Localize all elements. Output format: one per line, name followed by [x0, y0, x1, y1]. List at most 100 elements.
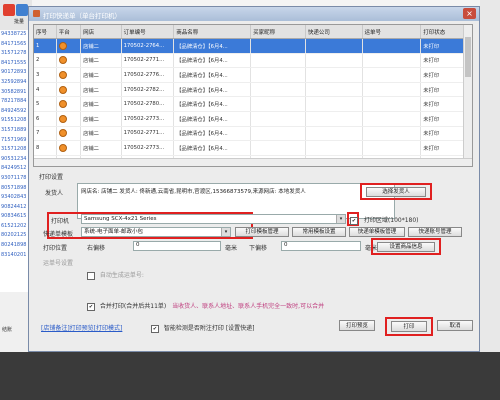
- background-order-number[interactable]: 94338725: [0, 30, 30, 40]
- background-order-number[interactable]: 31571889: [0, 126, 30, 136]
- column-header[interactable]: 平台: [56, 25, 82, 39]
- table-row[interactable]: 3 店铺二 170502-2776... 【品牌清仓】【6月4... 未打印: [34, 67, 472, 83]
- printer-value: Samsung SCX-4x21 Series: [84, 216, 157, 222]
- background-order-number[interactable]: 91551208: [0, 116, 30, 126]
- column-header[interactable]: 商品名称: [173, 25, 252, 39]
- merge-print-label: 合并打印(合并后共11单): [99, 303, 167, 310]
- cell-number: 4: [34, 82, 57, 98]
- toolbar-icon-red[interactable]: [3, 4, 15, 16]
- background-order-number[interactable]: 90834615: [0, 212, 30, 222]
- background-footer-text: 结账: [2, 327, 13, 333]
- cell-number: 5: [34, 96, 57, 112]
- background-footer: 结账: [0, 292, 30, 352]
- unit-mm-1: 毫米: [225, 245, 238, 252]
- merge-print-checkbox[interactable]: [87, 302, 95, 311]
- express-account-button[interactable]: 快递账号管理: [408, 227, 462, 237]
- down-offset-input[interactable]: 0: [281, 241, 361, 251]
- background-order-number[interactable]: 83140201: [0, 251, 30, 261]
- cell-platform: [56, 53, 82, 69]
- background-order-list: 94338725 84171565 31571278 84171555 90172893…: [0, 30, 31, 292]
- table-row[interactable]: 5 店铺二 170502-2780... 【品牌清仓】【6月4... 未打印: [34, 96, 472, 112]
- template-detail-button[interactable]: 快递单模板管理: [349, 227, 405, 237]
- common-template-button[interactable]: 常用模板设置: [292, 227, 346, 237]
- background-order-number[interactable]: 30582891: [0, 88, 30, 98]
- printer-select[interactable]: Samsung SCX-4x21 Series ▾: [81, 214, 346, 224]
- background-order-number[interactable]: 32592894: [0, 78, 30, 88]
- grid-horizontal-scrollbar[interactable]: [34, 158, 472, 166]
- background-order-number[interactable]: 71571969: [0, 136, 30, 146]
- toolbar-icon-blue[interactable]: [16, 4, 28, 16]
- table-row[interactable]: 7 店铺二 170502-2771... 【品牌清仓】【6月4... 未打印: [34, 126, 472, 142]
- dialog-titlebar[interactable]: 打印快递单（单台打印机） ×: [29, 7, 479, 21]
- column-header[interactable]: 序号: [34, 25, 57, 39]
- cell-express-company: [305, 140, 363, 156]
- cancel-button[interactable]: 取消: [437, 320, 473, 331]
- background-order-number[interactable]: 90172893: [0, 68, 30, 78]
- background-order-number[interactable]: 31571208: [0, 145, 30, 155]
- background-order-number[interactable]: 80571898: [0, 184, 30, 194]
- merge-tip: 当收货人、联系人地址、联系人手机完全一致时,可以合并: [172, 303, 325, 310]
- column-header[interactable]: 网店: [80, 25, 122, 39]
- scroll-thumb[interactable]: [465, 37, 471, 77]
- cell-product-name: 【品牌清仓】【6月4...: [173, 53, 252, 69]
- column-header[interactable]: 运单号: [362, 25, 422, 39]
- table-row[interactable]: 1 店铺二 170502-2764... 【品牌清仓】【6月4... 未打印: [34, 38, 472, 54]
- print-template-manage-button[interactable]: 打印模板管理: [235, 227, 289, 237]
- background-order-number[interactable]: 84924592: [0, 107, 30, 117]
- left-offset-input[interactable]: 0: [133, 241, 221, 251]
- background-order-number[interactable]: 93402843: [0, 193, 30, 203]
- background-order-number[interactable]: 61521202: [0, 222, 30, 232]
- background-order-number[interactable]: 84171555: [0, 59, 30, 69]
- background-order-number[interactable]: 31571278: [0, 49, 30, 59]
- background-order-number[interactable]: 84171565: [0, 40, 30, 50]
- cell-platform: [56, 82, 82, 98]
- print-area-row: 打印区域(100*180): [350, 215, 419, 225]
- print-mode-link[interactable]: [店铺备注]打印预览[打印模式]: [41, 323, 122, 332]
- background-order-number[interactable]: 80241898: [0, 241, 30, 251]
- auto-generate-checkbox[interactable]: [87, 271, 95, 280]
- template-value: 系统-电子面单-邮政小包: [84, 229, 143, 235]
- background-order-number[interactable]: 84249512: [0, 164, 30, 174]
- background-order-number[interactable]: 78217884: [0, 97, 30, 107]
- printer-label: 打印机: [51, 218, 70, 225]
- background-order-number[interactable]: 90531234: [0, 155, 30, 165]
- column-header[interactable]: 买家昵称: [250, 25, 306, 39]
- set-goods-highlight: 设置商品信息: [371, 238, 441, 255]
- background-order-number[interactable]: 80202125: [0, 231, 30, 241]
- background-order-number[interactable]: 93071178: [0, 174, 30, 184]
- grid-vertical-scrollbar[interactable]: [463, 25, 472, 166]
- set-goods-info-button[interactable]: 设置商品信息: [377, 242, 435, 252]
- print-preview-button[interactable]: 打印预览: [339, 320, 375, 331]
- dialog-title: 打印快递单（单台打印机）: [43, 12, 121, 20]
- cell-number: 7: [34, 126, 57, 142]
- table-row[interactable]: 8 店铺二 170502-2773... 【品牌清仓】【6月4... 未打印: [34, 140, 472, 156]
- column-header[interactable]: 订单编号: [121, 25, 175, 39]
- smart-print-label: 智能检测是否附注打印 [设置快递]: [163, 325, 255, 332]
- cell-order-number: 170502-2764...: [121, 38, 175, 54]
- background-right-panel: [480, 0, 500, 352]
- print-express-dialog: 打印快递单（单台打印机） × 序号 平台 网店 订单编号 商品名称 买家昵称 快递公司 运单号…: [28, 6, 480, 352]
- print-area-checkbox[interactable]: [350, 216, 358, 225]
- column-header[interactable]: 快递公司: [305, 25, 363, 39]
- close-button[interactable]: ×: [463, 8, 476, 19]
- cell-buyer-nickname: [250, 96, 306, 112]
- smart-print-checkbox[interactable]: [151, 324, 159, 333]
- print-button[interactable]: 打印: [391, 321, 427, 332]
- cell-product-name: 【品牌清仓】【6月4...: [173, 67, 252, 83]
- cell-buyer-nickname: [250, 38, 306, 54]
- order-grid[interactable]: 序号 平台 网店 订单编号 商品名称 买家昵称 快递公司 运单号 打印状态 1 店铺二 170502…: [33, 24, 473, 167]
- cell-platform: [56, 67, 82, 83]
- cell-shop: 店铺二: [80, 126, 122, 142]
- cell-buyer-nickname: [250, 67, 306, 83]
- background-order-number[interactable]: 90824412: [0, 203, 30, 213]
- table-row[interactable]: 4 店铺二 170502-2782... 【品牌清仓】【6月4... 未打印: [34, 82, 472, 98]
- choose-sender-button[interactable]: 选择发货人: [366, 187, 426, 197]
- left-offset-label: 右偏移: [87, 245, 106, 252]
- cell-platform: [56, 126, 82, 142]
- cell-waybill-number: [362, 111, 422, 127]
- table-row[interactable]: 2 店铺二 170502-2771... 【品牌清仓】【6月4... 未打印: [34, 53, 472, 69]
- cell-order-number: 170502-2771...: [121, 53, 175, 69]
- table-row[interactable]: 6 店铺二 170502-2773... 【品牌清仓】【6月4... 未打印: [34, 111, 472, 127]
- template-select[interactable]: 系统-电子面单-邮政小包 ▾: [81, 227, 231, 237]
- cell-number: 3: [34, 67, 57, 83]
